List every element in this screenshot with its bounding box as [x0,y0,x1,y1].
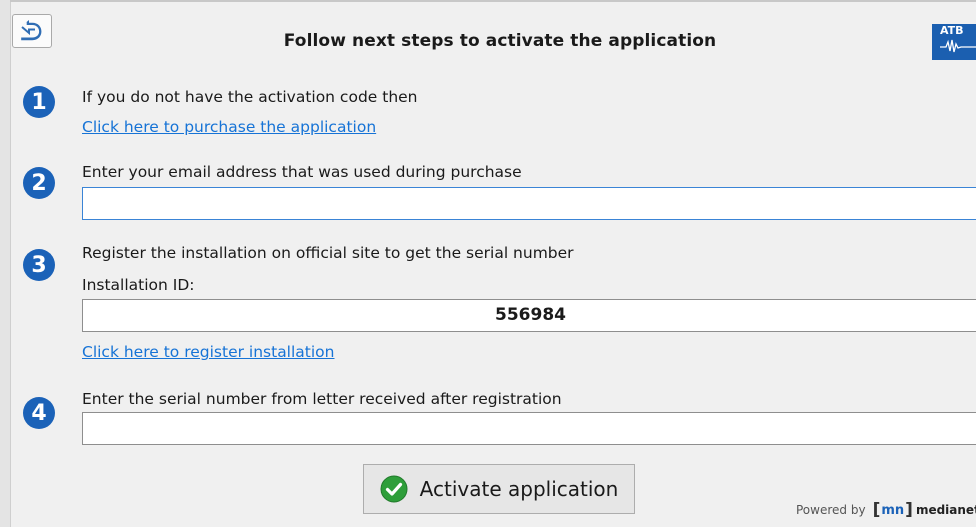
bracket-open-icon: [ [872,500,881,520]
waveform-icon [940,39,976,53]
purchase-link[interactable]: Click here to purchase the application [82,118,376,136]
installation-id-label: Installation ID: [82,276,195,294]
window-left-edge [0,0,11,527]
atb-logo-text: ATB [940,24,964,37]
activate-button-label: Activate application [419,477,619,501]
step-4-badge: 4 [23,397,55,429]
atb-logo: ATB [932,24,976,60]
powered-by-text: Powered by [796,503,866,517]
step-3-text: Register the installation on official si… [82,244,574,262]
step-2-badge: 2 [23,167,55,199]
powered-by: Powered by [ mn ] medianet [796,500,976,520]
step-1-text: If you do not have the activation code t… [82,88,418,106]
step-2-text: Enter your email address that was used d… [82,163,522,181]
register-installation-link[interactable]: Click here to register installation [82,343,335,361]
activate-application-button[interactable]: Activate application [363,464,635,514]
back-button[interactable] [12,14,52,48]
step-3-badge: 3 [23,249,55,281]
step-1-badge: 1 [23,86,55,118]
checkmark-icon [380,475,408,503]
serial-number-input[interactable] [82,412,976,445]
bracket-close-icon: ] [905,500,913,520]
brand-short: mn [881,502,905,518]
step-4-text: Enter the serial number from letter rece… [82,390,562,408]
back-arrow-icon [20,20,42,41]
installation-id-field[interactable]: 556984 [82,299,976,332]
email-input[interactable] [82,187,976,220]
window-top-edge [10,0,976,2]
brand-name: medianet [915,503,976,517]
installation-id-value: 556984 [495,305,566,325]
page-title: Follow next steps to activate the applic… [283,31,717,51]
